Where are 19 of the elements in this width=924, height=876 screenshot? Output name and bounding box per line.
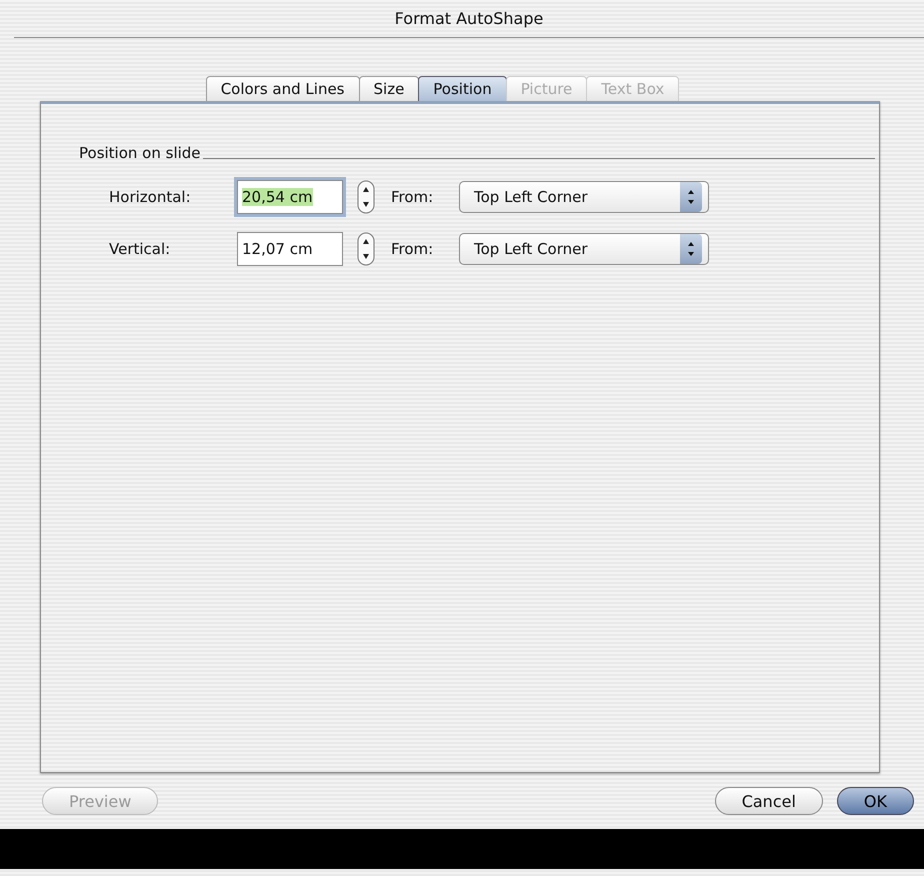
up-down-arrows-icon[interactable] — [680, 234, 702, 264]
dropdown[interactable]: Top Left Corner — [459, 181, 709, 213]
group-title: Position on slide — [79, 144, 201, 162]
stepper-icon[interactable] — [357, 180, 375, 214]
dialog-button[interactable]: Cancel — [714, 787, 823, 815]
dropdown[interactable]: Top Left Corner — [459, 233, 709, 265]
dialog-button[interactable]: OK — [836, 787, 914, 815]
up-down-arrows-icon[interactable] — [680, 182, 702, 212]
field-label: Vertical: — [109, 240, 172, 258]
from-label: From: — [391, 240, 434, 258]
tab[interactable]: Colors and Lines — [206, 76, 360, 101]
tab[interactable]: Position — [418, 76, 507, 101]
stepper-icon[interactable] — [357, 232, 375, 266]
from-label: From: — [391, 188, 434, 206]
input-field[interactable]: 20,54 cm — [237, 180, 343, 214]
input-field[interactable]: 12,07 cm — [237, 232, 343, 266]
field-label: Horizontal: — [109, 188, 192, 206]
tab[interactable]: Size — [358, 76, 420, 101]
window-title: Format AutoShape — [394, 9, 544, 28]
